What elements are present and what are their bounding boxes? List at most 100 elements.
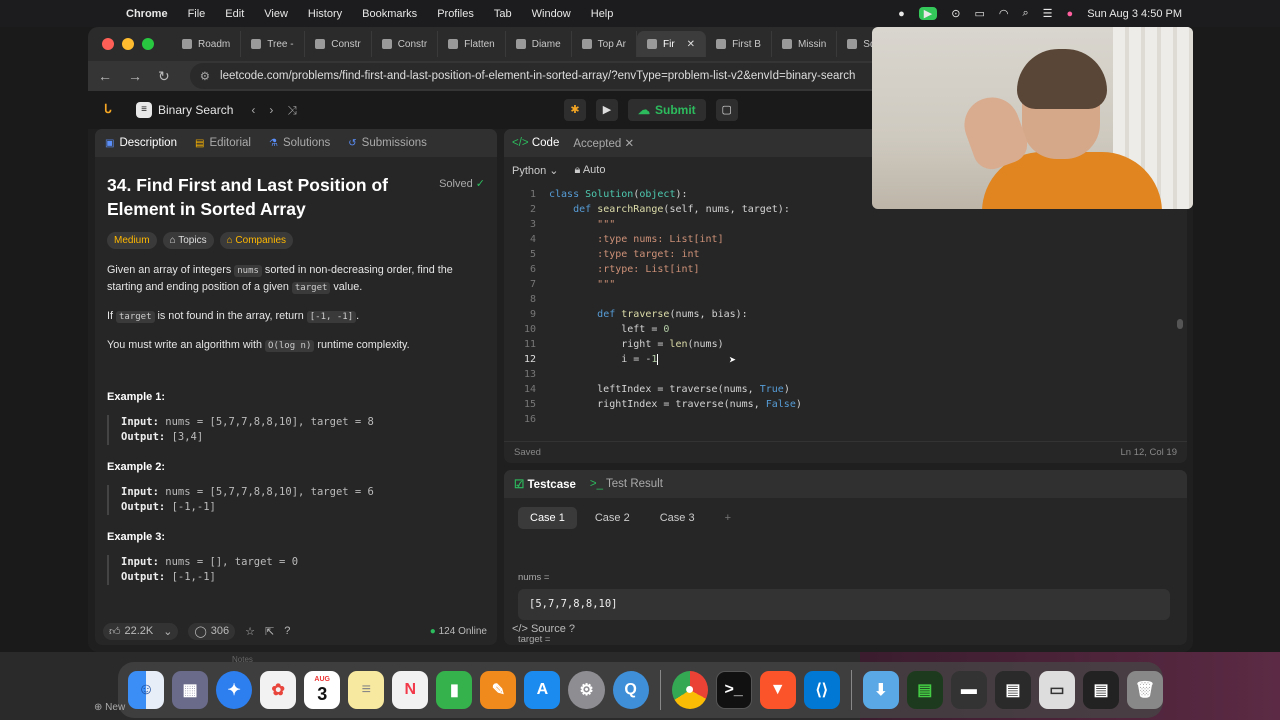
leetcode-logo-icon[interactable]: ᒐ [104,102,120,118]
close-window-button[interactable] [102,38,114,50]
control-center-icon[interactable]: ☰ [1043,7,1053,20]
thumbs-up-icon[interactable]: 👍︎ [109,625,121,638]
system-settings-icon[interactable]: ⚙ [568,671,605,709]
code-editor[interactable]: 1 class Solution(object): 2 def searchRan… [504,187,1187,432]
wifi-icon[interactable]: ◠ [999,7,1009,20]
difficulty-badge[interactable]: Medium [107,232,157,249]
debug-icon[interactable]: ✱ [564,99,586,121]
nums-input[interactable]: [5,7,7,8,8,10] [518,589,1170,620]
window-thumbnail-icon[interactable]: ▤ [994,671,1031,709]
browser-tab[interactable]: Diame [506,31,572,57]
pages-icon[interactable]: ✎ [480,671,517,709]
news-icon[interactable]: N [392,671,429,709]
browser-tab[interactable]: Constr [305,31,372,57]
window-thumbnail-icon[interactable]: ▬ [950,671,987,709]
calendar-icon[interactable]: AUG 3 [304,671,341,709]
editor-scrollbar[interactable] [1177,319,1183,329]
share-icon[interactable]: ⇱ [265,625,274,638]
notes-app-icon[interactable]: ≡ [348,671,385,709]
description-paragraph: Given an array of integers nums sorted i… [107,264,453,294]
tab-testcase[interactable]: ☑ Testcase [514,477,576,491]
case-2-tab[interactable]: Case 2 [583,507,642,529]
zoom-window-button[interactable] [142,38,154,50]
finder-icon[interactable]: ☺ [128,671,165,709]
launchpad-icon[interactable]: ▦ [172,671,209,709]
trash-icon[interactable]: 🗑︎ [1127,671,1164,709]
close-tab-icon[interactable]: ✕ [625,138,635,150]
back-icon[interactable]: ← [98,68,112,85]
run-icon[interactable]: ▶ [596,99,618,121]
photos-icon[interactable]: ✿ [260,671,297,709]
minimize-window-button[interactable] [122,38,134,50]
menu-app-name[interactable]: Chrome [126,8,168,20]
search-icon[interactable]: ⌕ [1023,7,1029,20]
menu-profiles[interactable]: Profiles [437,8,474,20]
facetime-icon[interactable]: ▶ [918,7,938,20]
play-icon[interactable]: ⊙ [951,7,960,20]
safari-icon[interactable]: ✦ [216,671,253,709]
case-1-tab[interactable]: Case 1 [518,507,577,529]
next-problem-icon[interactable]: › [269,103,273,118]
tab-submissions[interactable]: ↺ Submissions [348,137,427,149]
shuffle-icon[interactable]: ⤨ [287,103,297,118]
forward-icon[interactable]: → [128,68,142,85]
case-3-tab[interactable]: Case 3 [648,507,707,529]
browser-tab[interactable]: Missin [772,31,838,57]
help-icon[interactable]: ? [284,625,290,637]
menubar-clock[interactable]: Sun Aug 3 4:50 PM [1087,8,1182,20]
browser-tab[interactable]: Constr [372,31,439,57]
numbers-icon[interactable]: ▮ [436,671,473,709]
notes-icon[interactable]: ▢ [715,99,738,121]
terminal-icon[interactable]: >_ [715,671,752,709]
companies-pill[interactable]: ⌂ Companies [219,232,294,249]
browser-tab[interactable]: Top Ar [572,31,637,57]
tab-test-result[interactable]: >_ Test Result [590,478,663,490]
submit-button[interactable]: ☁ Submit [628,99,706,121]
brave-icon[interactable]: ▼ [759,671,796,709]
menu-bookmarks[interactable]: Bookmarks [362,8,417,20]
tab-description[interactable]: ▣ Description [105,137,177,149]
battery-icon[interactable]: ▭ [974,7,984,20]
language-select[interactable]: Python ⌄ [512,164,559,177]
menu-view[interactable]: View [264,8,288,20]
vscode-icon[interactable]: ⟨⟩ [803,671,840,709]
window-thumbnail-icon[interactable]: ▭ [1038,671,1075,709]
site-info-icon[interactable]: ⚙ [200,69,210,83]
new-note-button[interactable]: ⊕ New [94,702,125,713]
tab-code[interactable]: </> Code [512,137,559,149]
add-case-button[interactable]: + [713,507,743,529]
menu-window[interactable]: Window [532,8,571,20]
topics-pill[interactable]: ⌂ Topics [162,232,214,249]
help-icon[interactable]: ? [569,623,575,635]
browser-tab-active[interactable]: Fir ✕ [637,31,707,57]
downloads-folder-icon[interactable]: ⬇ [862,671,899,709]
record-icon[interactable]: ● [898,8,905,20]
close-tab-icon[interactable]: ✕ [687,39,695,50]
menu-file[interactable]: File [188,8,206,20]
browser-tab[interactable]: Flatten [438,31,506,57]
window-thumbnail-icon[interactable]: ▤ [1082,671,1120,709]
app-store-icon[interactable]: A [524,671,561,709]
browser-tab[interactable]: First B [706,31,772,57]
menu-tab[interactable]: Tab [494,8,512,20]
menu-history[interactable]: History [308,8,342,20]
browser-tab[interactable]: Tree - [241,31,306,57]
menu-edit[interactable]: Edit [225,8,244,20]
window-thumbnail-icon[interactable]: ▤ [906,671,943,709]
source-link[interactable]: </> Source ? [512,623,575,648]
thumbs-down-icon[interactable]: ⌄ [163,625,172,638]
siri-icon[interactable]: ● [1067,8,1074,20]
auto-mode[interactable]: 🔒︎ Auto [575,164,606,177]
browser-tab[interactable]: Roadm [172,31,242,57]
quicktime-icon[interactable]: Q [612,671,649,709]
tab-accepted[interactable]: Accepted ✕ [573,136,634,150]
star-icon[interactable]: ☆ [245,625,255,638]
menu-help[interactable]: Help [591,8,614,20]
problem-list-title[interactable]: ≡ Binary Search [136,102,233,118]
reload-icon[interactable]: ↻ [158,68,170,85]
comments-button[interactable]: ◯ 306 [188,622,236,640]
tab-editorial[interactable]: ▤ Editorial [195,137,251,149]
prev-problem-icon[interactable]: ‹ [251,103,255,118]
chrome-icon[interactable]: ● [671,671,708,709]
tab-solutions[interactable]: ⚗ Solutions [269,137,330,149]
